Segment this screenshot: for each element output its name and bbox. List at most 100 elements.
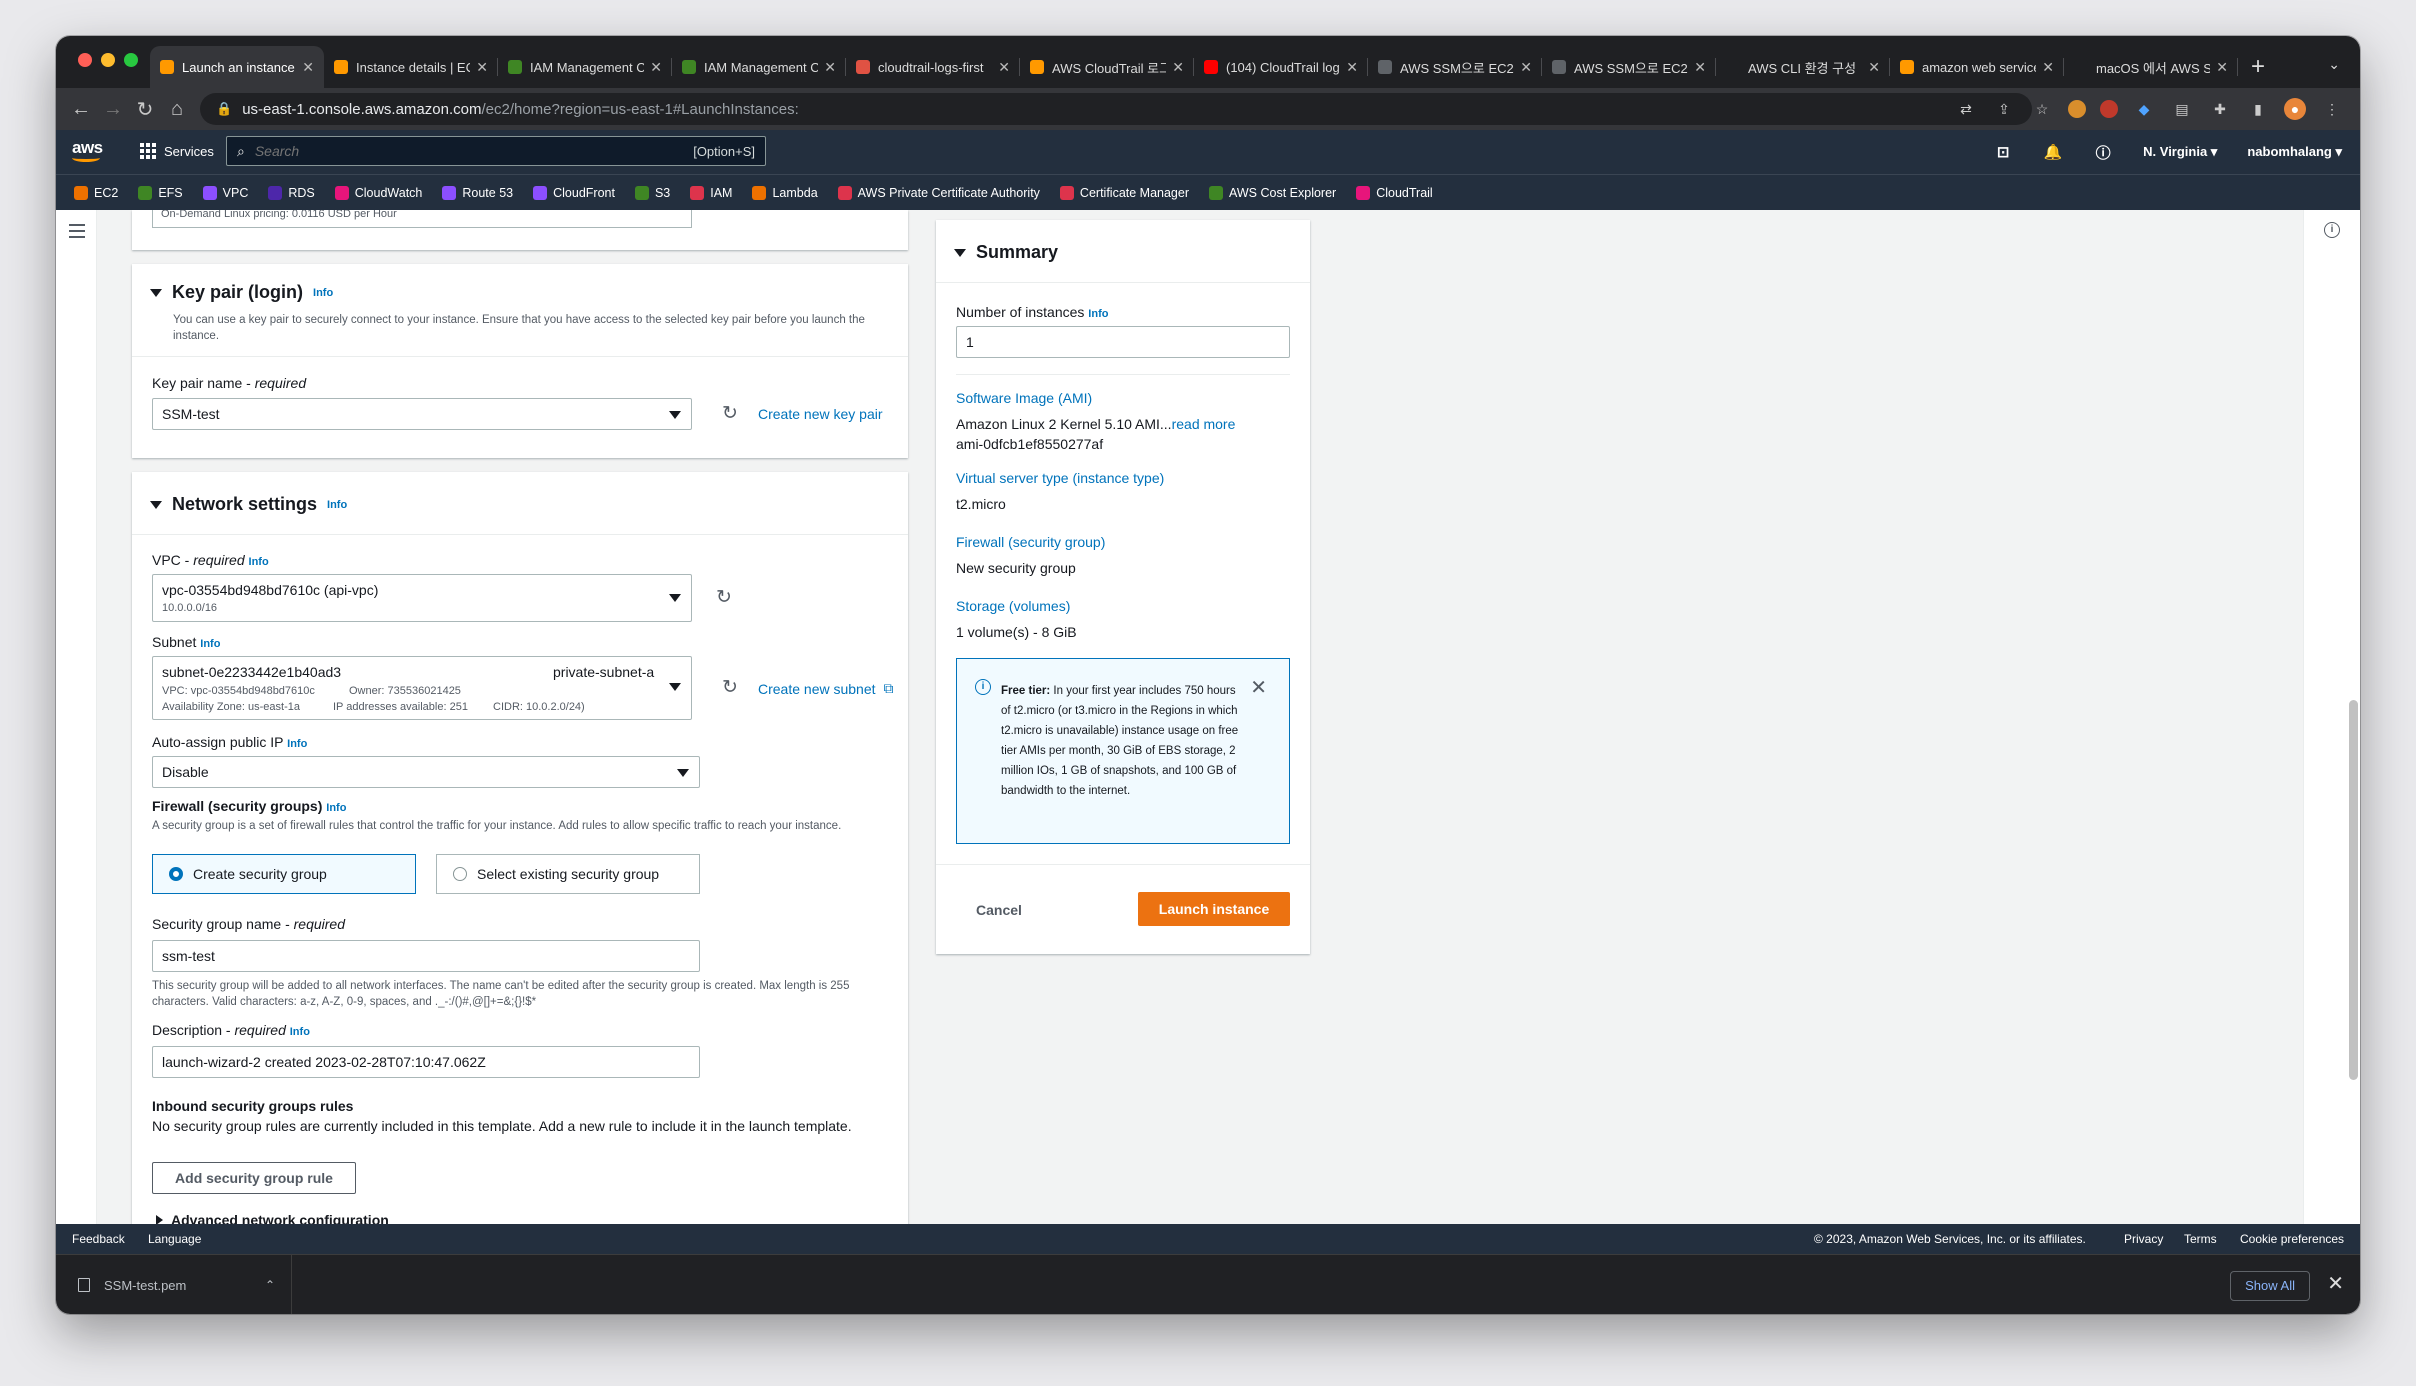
browser-tab[interactable]: IAM Management Console ✕ [672,46,846,88]
browser-tab[interactable]: amazon web services ✕ [1890,46,2064,88]
network-section-toggle[interactable]: Network settings Info [150,494,347,515]
storage-summary-link[interactable]: Storage (volumes) [956,598,1070,614]
browser-tab[interactable]: macOS 에서 AWS S ✕ [2064,46,2238,88]
keypair-info-link[interactable]: Info [313,287,333,299]
instances-input[interactable]: 1 [956,326,1290,358]
close-tab-icon[interactable]: ✕ [1346,59,1358,76]
menu-hamburger-icon[interactable] [69,224,85,242]
page-scrollbar[interactable] [2349,700,2358,1080]
close-tab-icon[interactable]: ✕ [1694,59,1706,76]
close-tab-icon[interactable]: ✕ [302,59,314,76]
summary-section-toggle[interactable]: Summary [954,242,1058,263]
bookmark-star-icon[interactable]: ☆ [2030,97,2054,121]
translate-icon[interactable]: ⇄ [1954,97,1978,121]
advanced-network-toggle[interactable]: Advanced network configuration [156,1212,389,1224]
favorite-vpc[interactable]: VPC [202,185,248,200]
description-info-link[interactable]: Info [290,1026,310,1038]
firewall-info-link[interactable]: Info [326,802,346,814]
favorite-route-53[interactable]: Route 53 [442,185,513,200]
show-all-downloads-button[interactable]: Show All [2230,1271,2310,1301]
close-tab-icon[interactable]: ✕ [824,59,836,76]
sidepanel-icon[interactable]: ▮ [2246,97,2270,121]
favorite-rds[interactable]: RDS [268,185,315,200]
address-bar[interactable]: 🔒 us-east-1.console.aws.amazon.com/ec2/h… [200,93,2032,125]
instances-info-link[interactable]: Info [1088,308,1108,320]
chevron-up-icon[interactable]: ⌃ [265,1278,275,1292]
extensions-puzzle-icon[interactable]: ✚ [2208,97,2232,121]
search-input[interactable] [252,142,694,160]
favorite-aws-cost-explorer[interactable]: AWS Cost Explorer [1209,185,1336,200]
reload-icon[interactable]: ↻ [132,96,158,122]
subnet-select[interactable]: subnet-0e2233442e1b40ad3 private-subnet-… [152,656,692,720]
favorite-iam[interactable]: IAM [690,185,732,200]
favorite-ec2[interactable]: EC2 [74,185,118,200]
browser-tab[interactable]: Instance details | EC2 ✕ [324,46,498,88]
browser-tab[interactable]: AWS CloudTrail 로그 ✕ [1020,46,1194,88]
services-menu-button[interactable]: Services [140,143,214,159]
browser-tab[interactable]: IAM Management Console ✕ [498,46,672,88]
home-icon[interactable]: ⌂ [164,96,190,122]
create-subnet-link[interactable]: Create new subnet ⧉ [758,680,894,697]
profile-avatar[interactable]: ● [2284,98,2306,120]
console-search[interactable]: ⌕ [Option+S] [226,136,766,166]
close-tab-icon[interactable]: ✕ [650,59,662,76]
browser-tab[interactable]: cloudtrail-logs-first ✕ [846,46,1020,88]
select-existing-security-group-option[interactable]: Select existing security group [436,854,700,894]
help-icon[interactable]: ⓘ [2093,142,2113,162]
refresh-subnets-icon[interactable]: ↻ [720,678,740,698]
close-downloads-icon[interactable]: ✕ [2327,1271,2344,1296]
region-selector[interactable]: N. Virginia ▾ [2143,144,2217,160]
favorite-cloudwatch[interactable]: CloudWatch [334,185,422,200]
firewall-summary-link[interactable]: Firewall (security group) [956,534,1105,550]
browser-tab[interactable]: AWS SSM으로 EC2 ✕ [1542,46,1716,88]
description-input[interactable]: launch-wizard-2 created 2023-02-28T07:10… [152,1046,700,1078]
vpc-select[interactable]: vpc-03554bd948bd7610c (api-vpc) 10.0.0.0… [152,574,692,622]
browser-tab[interactable]: Launch an instance ✕ [150,46,324,88]
browser-tab[interactable]: (104) CloudTrail log ✕ [1194,46,1368,88]
language-link[interactable]: Language [148,1232,201,1246]
extension-red-icon[interactable] [2100,100,2118,118]
launch-instance-button[interactable]: Launch instance [1138,892,1290,926]
network-info-link[interactable]: Info [327,499,347,511]
close-tab-icon[interactable]: ✕ [476,59,488,76]
create-security-group-option[interactable]: Create security group [152,854,416,894]
public-ip-select[interactable]: Disable [152,756,700,788]
download-item[interactable]: SSM-test.pem ⌃ [56,1255,292,1314]
extension-diamond-icon[interactable]: ◆ [2132,97,2156,121]
maximize-window-button[interactable] [124,53,138,67]
favorite-cloudtrail[interactable]: CloudTrail [1356,185,1433,200]
favorite-lambda[interactable]: Lambda [752,185,818,200]
close-icon[interactable]: ✕ [1250,675,1267,700]
cancel-button[interactable]: Cancel [976,902,1022,918]
feedback-link[interactable]: Feedback [72,1232,125,1246]
notifications-bell-icon[interactable]: 🔔 [2043,142,2063,162]
keypair-section-toggle[interactable]: Key pair (login) Info [150,282,333,303]
favorite-cloudfront[interactable]: CloudFront [533,185,615,200]
public-ip-info-link[interactable]: Info [287,738,307,750]
forward-icon[interactable]: → [100,96,126,122]
close-tab-icon[interactable]: ✕ [2216,59,2228,76]
favorite-aws-private-certificate-authority[interactable]: AWS Private Certificate Authority [837,185,1040,200]
browser-tab[interactable]: AWS CLI 환경 구성 ✕ [1716,46,1890,88]
terms-link[interactable]: Terms [2184,1232,2217,1246]
new-tab-icon[interactable]: + [2238,46,2278,88]
close-tab-icon[interactable]: ✕ [998,59,1010,76]
add-security-group-rule-button[interactable]: Add security group rule [152,1162,356,1194]
favorite-efs[interactable]: EFS [138,185,183,200]
browser-tab[interactable]: AWS SSM으로 EC2 ✕ [1368,46,1542,88]
close-tab-icon[interactable]: ✕ [1520,59,1532,76]
instance-type-summary-link[interactable]: Virtual server type (instance type) [956,470,1164,486]
ami-summary-link[interactable]: Software Image (AMI) [956,390,1092,406]
cloudshell-icon[interactable]: ⊡ [1993,142,2013,162]
close-tab-icon[interactable]: ✕ [2042,59,2054,76]
close-tab-icon[interactable]: ✕ [1868,59,1880,76]
account-menu[interactable]: nabomhalang ▾ [2247,144,2342,160]
back-icon[interactable]: ← [68,96,94,122]
close-tab-icon[interactable]: ✕ [1172,59,1184,76]
subnet-info-link[interactable]: Info [200,638,220,650]
refresh-keypairs-icon[interactable]: ↻ [720,404,740,424]
vpc-info-link[interactable]: Info [249,556,269,568]
create-keypair-link[interactable]: Create new key pair [758,406,883,422]
tab-search-icon[interactable]: ⌄ [2328,56,2340,73]
ami-read-more-link[interactable]: read more [1172,416,1236,432]
